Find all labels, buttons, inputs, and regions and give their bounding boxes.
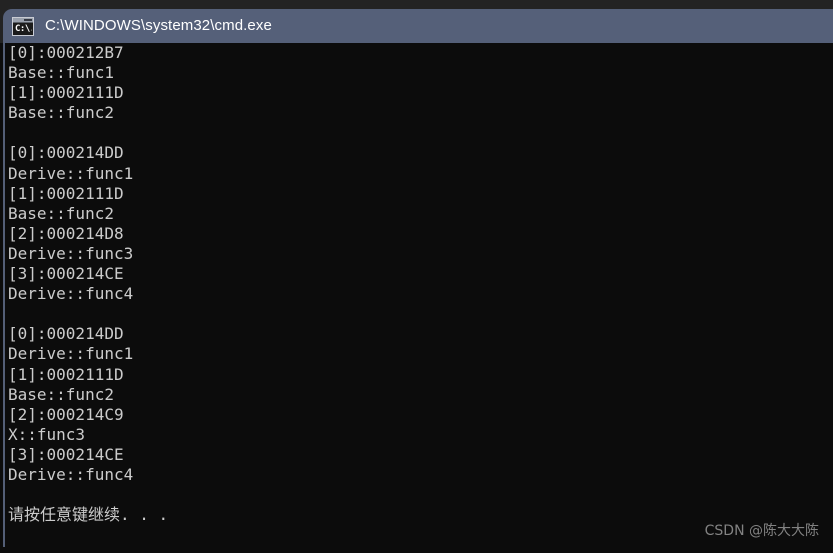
console-line: Base::func2	[8, 103, 114, 123]
console-output-area[interactable]: [0]:000212B7 Base::func1 [1]:0002111D Base:…	[0, 43, 833, 553]
console-line: Base::func2	[8, 384, 114, 404]
cmd-window: C:\. C:\WINDOWS\system32\cmd.exe [0]:000…	[0, 0, 833, 553]
cmd-icon-titlebar-glyph	[13, 17, 33, 23]
window-title: C:\WINDOWS\system32\cmd.exe	[45, 17, 272, 34]
console-line: [2]:000214C9	[8, 404, 124, 424]
console-line: [3]:000214CE	[8, 264, 124, 284]
console-line: [2]:000214D8	[8, 223, 124, 243]
console-line: Base::func1	[8, 63, 114, 83]
console-line: [3]:000214CE	[8, 444, 124, 464]
console-line: [0]:000214DD	[8, 324, 124, 344]
watermark: CSDN @陈大大陈	[704, 523, 819, 539]
console-line: X::func3	[8, 424, 86, 444]
console-line: [1]:0002111D	[8, 364, 124, 384]
console-line: [1]:0002111D	[8, 183, 124, 203]
console-line: [0]:000212B7	[8, 43, 124, 62]
console-text: [0]:000212B7 Base::func1 [1]:0002111D Base:…	[8, 43, 833, 525]
console-line: [0]:000214DD	[8, 143, 124, 163]
cmd-icon-prompt-text: C:\.	[15, 23, 32, 34]
console-line: [1]:0002111D	[8, 83, 124, 103]
console-line: Base::func2	[8, 203, 114, 223]
window-left-border	[3, 43, 5, 547]
console-line: Derive::func1	[8, 344, 134, 364]
window-titlebar[interactable]: C:\. C:\WINDOWS\system32\cmd.exe	[3, 9, 833, 43]
cmd-icon: C:\.	[12, 16, 34, 36]
console-line: Derive::func4	[8, 284, 134, 304]
console-line: Derive::func4	[8, 464, 134, 484]
console-line: Derive::func3	[8, 243, 134, 263]
console-line: Derive::func1	[8, 163, 134, 183]
